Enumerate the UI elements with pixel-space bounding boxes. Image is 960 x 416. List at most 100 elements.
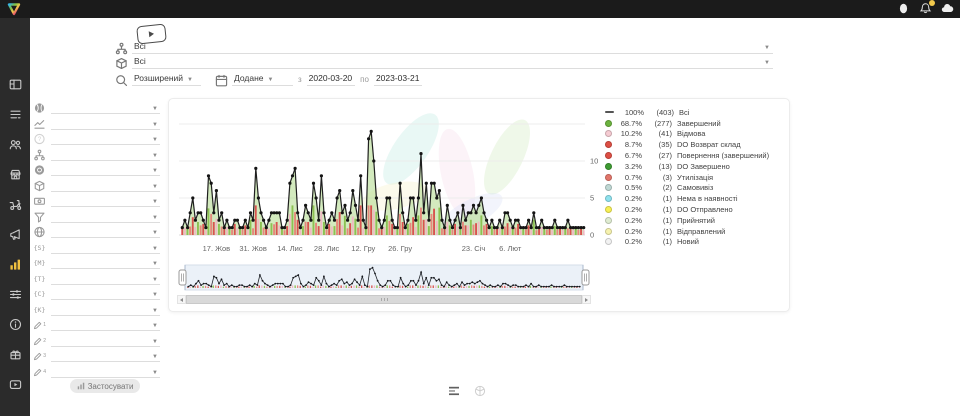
date-from-input[interactable]: 2020-03-20 [307,73,355,86]
filter-row-pencil2[interactable]: 2▼ [30,332,160,347]
sidebar-item-dashboard[interactable] [9,78,22,91]
filter-select[interactable]: ▼ [51,210,160,223]
list-view-icon[interactable] [448,384,460,396]
date-field-select[interactable]: Додане▼ [232,73,293,86]
chevron-down-icon: ▼ [268,77,274,83]
legend-item[interactable]: 0.2%(1)Відправлений [605,226,787,237]
filter-row-brace-k[interactable]: {K}▼ [30,301,160,316]
scroll-right-button[interactable] [582,295,591,304]
filter-row-brace-c[interactable]: {C} ▼ [30,285,160,300]
filter-row-coin[interactable]: ▼ [30,161,160,176]
legend-item[interactable]: 6.7%(27)Повернення (завершений) [605,150,787,161]
brand-logo-icon[interactable] [7,2,21,16]
filter-row-trend[interactable]: ▼ [30,115,160,130]
legend-item[interactable]: 0.2%(1)DO Отправлено [605,204,787,215]
legend-item[interactable]: 10.2%(41)Відмова [605,129,787,140]
legend-item[interactable]: 68.7%(277)Завершений [605,118,787,129]
legend-item[interactable]: 0.2%(1)Прийнятий [605,215,787,226]
legend-count: (1) [642,237,672,246]
svg-text:0: 0 [590,231,594,240]
legend-item[interactable]: 100%(403)Всі [605,107,787,118]
filter-select[interactable]: ▼ [51,163,160,176]
svg-text:5: 5 [590,194,594,203]
legend-item[interactable]: 0.2%(1)Нема в наявності [605,193,787,204]
sidebar-item-settings[interactable] [9,288,22,301]
scrollbar-thumb[interactable] [186,295,582,304]
package-view-icon[interactable] [474,384,486,396]
sidebar-item-info[interactable] [9,318,22,331]
filter-row-sitemap[interactable]: ▼ [30,146,160,161]
filter-select[interactable]: ▼ [51,132,160,145]
svg-text:14. Лис: 14. Лис [277,244,303,253]
filter-select[interactable]: ▼ [51,241,160,254]
filter-select[interactable]: ▼ [51,349,160,362]
filter-select[interactable]: ▼ [51,365,160,378]
filter-row-help[interactable]: ?▼ [30,130,160,145]
filter-select[interactable]: ▼ [51,179,160,192]
product-filter-select[interactable]: Всі ▼ [132,56,773,69]
sidebar-item-delivery[interactable] [9,198,22,211]
date-to-input[interactable]: 2023-03-21 [374,73,422,86]
filter-select[interactable]: ▼ [51,303,160,316]
svg-text:6. Лют: 6. Лют [499,244,522,253]
scroll-left-button[interactable] [177,295,186,304]
filter-select[interactable]: ▼ [51,334,160,347]
sidebar-item-apps[interactable] [9,348,22,361]
chevron-down-icon: ▼ [152,261,158,267]
sidebar-item-video[interactable] [9,378,22,391]
chart-navigator[interactable] [177,264,591,294]
orders-timeline-chart[interactable]: 051017. Жов31. Жов14. Лис28. Лис12. Гру2… [177,103,601,261]
filter-select[interactable]: ▼ [51,117,160,130]
filter-select[interactable]: ▼ [51,318,160,331]
filter-row-brace-s[interactable]: {S}▼ [30,239,160,254]
filter-row-pencil3[interactable]: 3▼ [30,347,160,362]
filter-row-banknote[interactable]: ▼ [30,192,160,207]
filter-row-brace-t[interactable]: {T}▼ [30,270,160,285]
legend-label: DO Завершено [677,162,730,171]
legend-swatch [605,206,612,213]
notification-badge [929,0,935,6]
filter-row-funnel[interactable]: ▼ [30,208,160,223]
navigator-handle-right[interactable] [582,270,589,285]
filter-select[interactable]: ▼ [51,256,160,269]
filter-row-package[interactable]: ▼ [30,177,160,192]
legend-item[interactable]: 0.7%(3)Утилізація [605,172,787,183]
apply-button[interactable]: Застосувати [70,379,140,393]
sidebar-item-store[interactable] [9,168,22,181]
avatar-icon[interactable] [897,2,910,15]
package-icon [115,57,128,69]
chevron-down-icon: ▼ [152,246,158,252]
bar-chart-icon [77,382,85,390]
filter-row-brace-m[interactable]: {M}▼ [30,254,160,269]
status-filter-select[interactable]: Всі ▼ [132,41,773,54]
filter-select[interactable]: ▼ [51,194,160,207]
filter-row-pencil1[interactable]: 1▼ [30,316,160,331]
sidebar-item-orders[interactable] [9,108,22,121]
legend-item[interactable]: 0.5%(2)Самовивіз [605,183,787,194]
sidebar-item-customers[interactable] [9,138,22,151]
search-mode-select[interactable]: Розширений▼ [132,73,201,86]
filter-select[interactable]: ▼ [51,148,160,161]
legend-item[interactable]: 8.7%(35)DO Возврат склад [605,139,787,150]
filter-row-globe[interactable]: ▼ [30,99,160,114]
filter-select[interactable]: ▼ [51,287,160,300]
filter-select[interactable]: ▼ [51,272,160,285]
legend-item[interactable]: 3.2%(13)DO Завершено [605,161,787,172]
legend-percent: 0.2% [616,216,642,225]
filter-row-pencil4[interactable]: 4▼ [30,363,160,378]
search-icon [115,74,128,86]
sidebar-item-marketing[interactable] [9,228,22,241]
date-to-value: 2023-03-21 [376,73,419,83]
legend-item[interactable]: 0.2%(1)Новий [605,237,787,248]
brace-c-icon: {C} [33,288,46,300]
filter-row-web[interactable]: ▼ [30,223,160,238]
product-filter-row: Всі ▼ [115,56,773,69]
sidebar-item-analytics[interactable] [9,258,22,271]
filter-select[interactable]: ▼ [51,101,160,114]
bell-icon[interactable] [919,2,932,15]
navigator-handle-left[interactable] [179,270,186,285]
filter-select[interactable]: ▼ [51,225,160,238]
legend-swatch [605,130,612,137]
cloud-icon[interactable] [941,2,954,15]
chart-scrollbar[interactable] [177,295,591,304]
